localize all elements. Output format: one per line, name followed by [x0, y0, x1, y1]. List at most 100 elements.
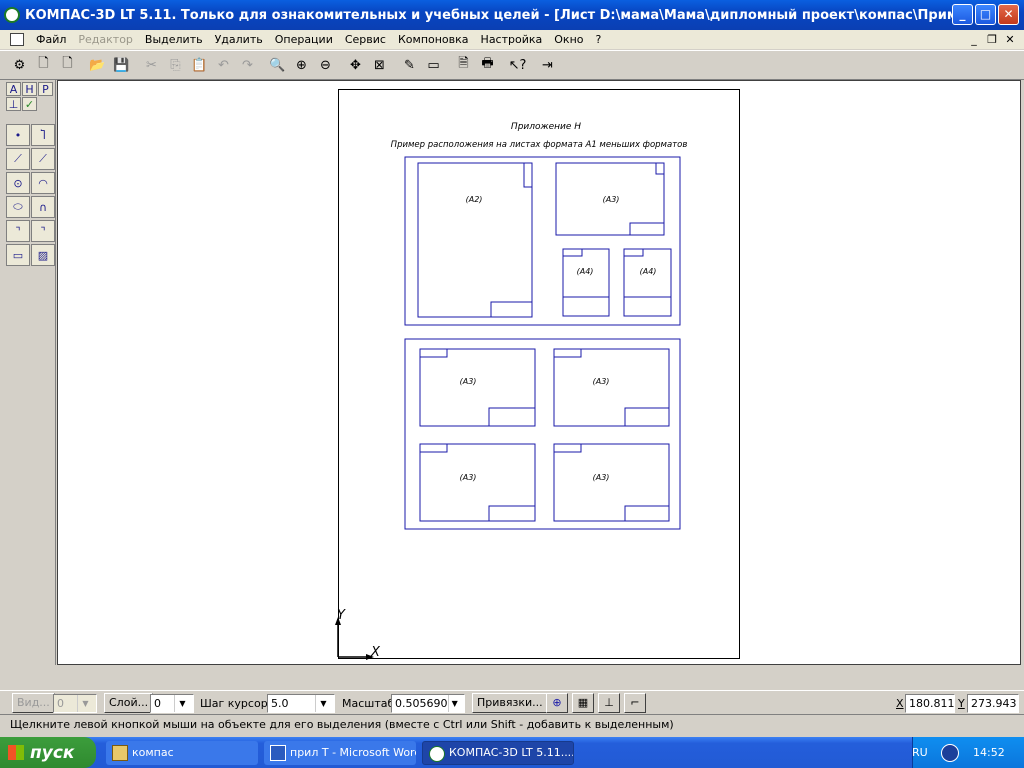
ellipse-icon[interactable]: ⬭: [6, 196, 30, 218]
tab-hatch[interactable]: H: [22, 82, 37, 96]
taskbar-item-kompas[interactable]: КОМПАС-3D LT 5.11....: [422, 740, 574, 765]
arc-icon[interactable]: ◠: [31, 172, 55, 194]
appendix-heading: Приложение Н: [511, 122, 581, 132]
new-document-icon[interactable]: 🗋: [32, 54, 55, 77]
new-sheet-icon[interactable]: 🗋: [56, 54, 79, 77]
point-icon[interactable]: •: [6, 124, 30, 146]
mdi-restore-button[interactable]: ❐: [984, 32, 1000, 47]
clock[interactable]: 14:52: [973, 746, 1005, 759]
y-coord-label: Y: [958, 696, 965, 710]
grid-icon[interactable]: ▦: [572, 693, 594, 713]
view-value: 0: [57, 696, 64, 710]
spline-icon[interactable]: ∩: [31, 196, 55, 218]
start-button[interactable]: пуск: [0, 737, 96, 768]
preview-icon[interactable]: 🗎: [452, 54, 475, 77]
help-pointer-icon[interactable]: ↖?: [506, 54, 529, 77]
step-select[interactable]: 5.0 ▼: [267, 693, 335, 713]
local-cs-icon[interactable]: ⌐: [624, 693, 646, 713]
chevron-down-icon[interactable]: ▼: [77, 694, 93, 712]
redo-icon[interactable]: ↷: [236, 54, 259, 77]
parallel-line-icon[interactable]: ⟋: [31, 148, 55, 170]
ortho-icon[interactable]: ⊥: [598, 693, 620, 713]
x-coord-field[interactable]: 180.811: [905, 693, 955, 713]
open-folder-icon[interactable]: 📂: [86, 54, 109, 77]
minimize-button[interactable]: _: [952, 4, 973, 25]
y-coord-field[interactable]: 273.943: [967, 693, 1019, 713]
fillet-icon[interactable]: ⌝: [31, 220, 55, 242]
mdi-minimize-button[interactable]: _: [966, 32, 982, 47]
drawing-sheet[interactable]: Приложение Н Пример расположения на лист…: [338, 89, 740, 659]
menu-settings[interactable]: Настройка: [475, 33, 549, 46]
layer-select[interactable]: 0 ▼: [150, 693, 194, 713]
axis-y-label: Y: [337, 608, 346, 623]
label-a4-left: (А4): [577, 267, 594, 276]
menu-select[interactable]: Выделить: [139, 33, 209, 46]
menu-help[interactable]: ?: [590, 33, 608, 46]
layer-button[interactable]: Слой...: [104, 693, 154, 713]
rectangle-icon[interactable]: ▭: [6, 244, 30, 266]
menu-file[interactable]: Файл: [30, 33, 72, 46]
save-icon[interactable]: 💾: [110, 54, 133, 77]
tab-param[interactable]: P: [38, 82, 53, 96]
label-a3-top: (А3): [603, 195, 620, 204]
hatch-icon[interactable]: ▨: [31, 244, 55, 266]
circle-icon[interactable]: ⊙: [6, 172, 30, 194]
exit-icon[interactable]: ⇥: [536, 54, 559, 77]
taskbar-item-kompas-folder[interactable]: компас: [106, 740, 258, 765]
step-value: 5.0: [271, 696, 289, 710]
menu-service[interactable]: Сервис: [339, 33, 392, 46]
network-icon[interactable]: [941, 743, 959, 762]
pencil-icon[interactable]: ✎: [398, 54, 421, 77]
properties-icon[interactable]: ⚙: [8, 54, 31, 77]
system-tray: 14:52: [912, 737, 1024, 768]
menu-layout[interactable]: Компоновка: [392, 33, 475, 46]
snaps-button[interactable]: Привязки...: [472, 693, 548, 713]
close-button[interactable]: ✕: [998, 4, 1019, 25]
snap-toggle-icon[interactable]: ⊕: [546, 693, 568, 713]
chevron-down-icon[interactable]: ▼: [315, 694, 331, 712]
maximize-button[interactable]: □: [975, 4, 996, 25]
label-a3-4: (А3): [593, 473, 610, 482]
tab-edit[interactable]: ✓: [22, 97, 37, 111]
tab-geometry[interactable]: ⊥: [6, 97, 21, 111]
cut-icon[interactable]: ✂: [140, 54, 163, 77]
task-label: прил Т - Microsoft Word: [290, 746, 416, 759]
zoom-in-icon[interactable]: ⊕: [290, 54, 313, 77]
paste-icon[interactable]: 📋: [188, 54, 211, 77]
print-icon[interactable]: 🖶: [476, 54, 499, 77]
view-button[interactable]: Вид...: [12, 693, 55, 713]
zoom-all-icon[interactable]: ⊠: [368, 54, 391, 77]
lower-format-group: [404, 338, 681, 530]
coordinate-axes: Y X: [335, 608, 381, 660]
undo-icon[interactable]: ↶: [212, 54, 235, 77]
zoom-icon[interactable]: 🔍: [266, 54, 289, 77]
language-indicator[interactable]: RU: [912, 746, 928, 759]
view-select[interactable]: 0 ▼: [53, 693, 97, 713]
document-icon[interactable]: [10, 33, 24, 46]
taskbar: пуск компас прил Т - Microsoft Word КОМП…: [0, 737, 1024, 768]
taskbar-item-word[interactable]: прил Т - Microsoft Word: [264, 740, 416, 765]
label-a3-3: (А3): [460, 473, 477, 482]
polyline-icon[interactable]: Ⴈ: [31, 124, 55, 146]
tab-dimensions[interactable]: A: [6, 82, 21, 96]
frame-icon[interactable]: ▭: [422, 54, 445, 77]
menu-delete[interactable]: Удалить: [209, 33, 269, 46]
menu-window[interactable]: Окно: [548, 33, 589, 46]
layer-value: 0: [154, 696, 161, 710]
zoom-out-icon[interactable]: ⊖: [314, 54, 337, 77]
task-label: компас: [132, 746, 174, 759]
mdi-close-button[interactable]: ✕: [1002, 32, 1018, 47]
scale-select[interactable]: 0.505690 ▼: [391, 693, 465, 713]
pan-icon[interactable]: ✥: [344, 54, 367, 77]
menu-operations[interactable]: Операции: [269, 33, 339, 46]
chevron-down-icon[interactable]: ▼: [447, 694, 462, 712]
window-titlebar[interactable]: КОМПАС-3D LT 5.11. Только для ознакомите…: [0, 0, 1024, 30]
chamfer-icon[interactable]: ⌝: [6, 220, 30, 242]
scale-value: 0.505690: [395, 696, 448, 710]
copy-icon[interactable]: ⎘: [164, 54, 187, 77]
segment-icon[interactable]: ⟋: [6, 148, 30, 170]
menu-editor[interactable]: Редактор: [72, 33, 139, 46]
scale-label: Масштаб: [342, 696, 395, 710]
chevron-down-icon[interactable]: ▼: [174, 694, 190, 712]
task-label: КОМПАС-3D LT 5.11....: [449, 746, 574, 759]
